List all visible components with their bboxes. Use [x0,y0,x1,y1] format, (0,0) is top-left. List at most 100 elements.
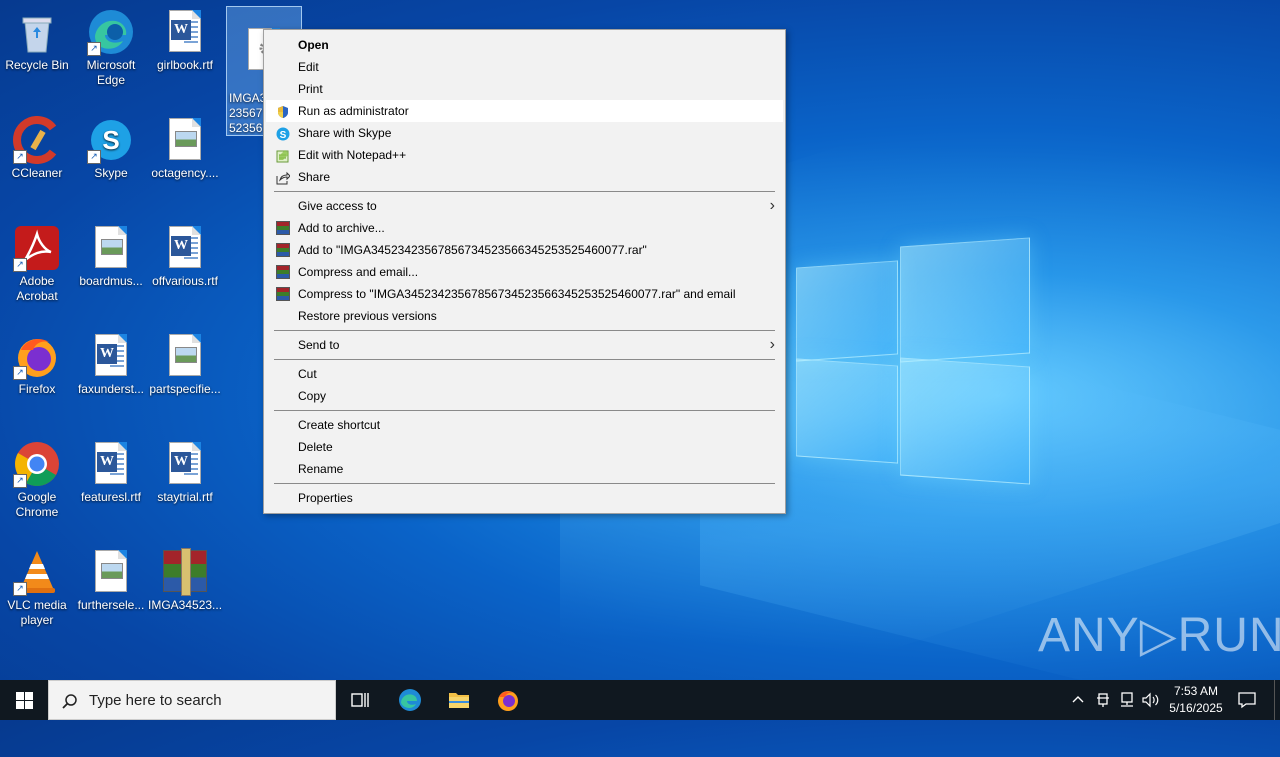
menu-item-copy[interactable]: Copy [266,385,783,407]
desktop-icon-boardmus[interactable]: boardmus... [74,220,148,289]
desktop-icon-label: IMGA34523... [148,598,223,612]
menu-separator [274,191,775,192]
menu-separator [274,330,775,331]
menu-item-give-access-to[interactable]: Give access to › [266,195,783,217]
menu-item-compress-to-rar-and-email[interactable]: Compress to "IMGA34523423567856734523566… [266,283,783,305]
desktop-icon-label: furthersele... [77,598,145,612]
taskbar-edge-button[interactable] [386,680,434,720]
desktop-icon-octagency[interactable]: octagency.... [148,112,222,181]
desktop-icon-staytrial[interactable]: W staytrial.rtf [148,436,222,505]
notepadpp-icon [276,148,290,163]
shortcut-arrow-icon: ↗ [13,582,27,596]
menu-item-edit-with-notepadpp[interactable]: Edit with Notepad++ [266,144,783,166]
desktop-icon-microsoft-edge[interactable]: ↗ Microsoft Edge [74,4,148,88]
menu-item-label: Edit with Notepad++ [298,148,407,162]
winrar-icon [276,265,290,279]
desktop-icon-offvarious[interactable]: W offvarious.rtf [148,220,222,289]
context-menu: Open Edit Print Run as administrator S S… [263,29,786,514]
menu-item-compress-and-email[interactable]: Compress and email... [266,261,783,283]
shortcut-arrow-icon: ↗ [87,42,101,56]
desktop-icon-vlc[interactable]: ↗ VLC media player [0,544,74,628]
menu-item-label: Create shortcut [298,418,381,432]
menu-item-edit[interactable]: Edit [266,56,783,78]
volume-icon [1142,692,1159,708]
menu-item-label: Add to archive... [298,221,385,235]
taskbar-search-box[interactable]: Type here to search [48,680,336,720]
desktop-icon-recycle-bin[interactable]: Recycle Bin [0,4,74,73]
winrar-icon [276,287,290,301]
menu-item-delete[interactable]: Delete [266,436,783,458]
desktop-icon-label: octagency.... [151,166,219,180]
shortcut-arrow-icon: ↗ [13,474,27,488]
firefox-icon: ↗ [13,332,61,380]
word-document-icon: W [87,440,135,488]
show-hidden-icons-button[interactable] [1070,680,1086,720]
menu-item-add-to-archive[interactable]: Add to archive... [266,217,783,239]
menu-item-run-as-administrator[interactable]: Run as administrator [266,100,783,122]
desktop-icon-label: Microsoft Edge [86,58,136,87]
svg-text:S: S [280,130,287,141]
clock-date: 5/16/2025 [1169,701,1223,715]
chrome-icon: ↗ [13,440,61,488]
notification-icon [1238,692,1256,709]
clock-time: 7:53 AM [1173,684,1219,698]
desktop-icon-skype[interactable]: S ↗ Skype [74,112,148,181]
taskbar-clock[interactable]: 7:53 AM 5/16/2025 [1160,683,1232,717]
desktop-icon-google-chrome[interactable]: ↗ Google Chrome [0,436,74,520]
menu-item-print[interactable]: Print [266,78,783,100]
menu-item-label: Open [298,38,329,52]
show-desktop-divider[interactable] [1274,680,1275,720]
desktop-icon-furthersele[interactable]: furthersele... [74,544,148,613]
desktop-icon-label: Firefox [18,382,56,396]
menu-item-rename[interactable]: Rename [266,458,783,480]
start-button[interactable] [0,680,48,720]
desktop-icon-label: staytrial.rtf [157,490,213,504]
action-center-button[interactable] [1232,680,1262,720]
image-file-icon [87,224,135,272]
shortcut-arrow-icon: ↗ [87,150,101,164]
menu-item-cut[interactable]: Cut [266,363,783,385]
menu-item-create-shortcut[interactable]: Create shortcut [266,414,783,436]
desktop-icon-firefox[interactable]: ↗ Firefox [0,328,74,397]
device-icon [1097,693,1109,707]
acrobat-icon: ↗ [13,224,61,272]
tray-volume-button[interactable] [1141,680,1161,720]
desktop-icon-partspecifie[interactable]: partspecifie... [148,328,222,397]
svg-text:S: S [102,125,119,155]
folder-icon [449,693,469,708]
menu-item-share-with-skype[interactable]: S Share with Skype [266,122,783,144]
taskbar-file-explorer-button[interactable] [435,680,483,720]
taskbar-firefox-button[interactable] [484,680,532,720]
menu-separator [274,410,775,411]
desktop-icon-girlbook[interactable]: W girlbook.rtf [148,4,222,73]
menu-item-label: Restore previous versions [298,309,437,323]
menu-item-send-to[interactable]: Send to › [266,334,783,356]
desktop-icon-rar-archive[interactable]: IMGA34523... [148,544,222,613]
menu-item-properties[interactable]: Properties [266,487,783,509]
desktop-icon-label: CCleaner [11,166,63,180]
menu-item-label: Properties [298,491,353,505]
menu-item-label: Edit [298,60,319,74]
edge-icon: ↗ [87,8,135,56]
menu-item-label: Compress and email... [298,265,419,279]
image-file-icon [87,548,135,596]
desktop-icon-ccleaner[interactable]: ↗ CCleaner [0,112,74,181]
ccleaner-icon: ↗ [13,116,61,164]
menu-item-label: Print [298,82,323,96]
windows-start-icon [16,692,33,709]
menu-item-restore-previous-versions[interactable]: Restore previous versions [266,305,783,327]
desktop-icon-label: offvarious.rtf [152,274,218,288]
menu-item-share[interactable]: Share [266,166,783,188]
menu-item-open[interactable]: Open [266,34,783,56]
shortcut-arrow-icon: ↗ [13,150,27,164]
task-view-button[interactable] [336,680,384,720]
desktop-icon-adobe-acrobat[interactable]: ↗ Adobe Acrobat [0,220,74,304]
tray-device-button[interactable] [1094,680,1112,720]
menu-item-add-to-rar[interactable]: Add to "IMGA3452342356785673452356634525… [266,239,783,261]
winrar-icon [276,243,290,257]
desktop-icon-faxunderst[interactable]: W faxunderst... [74,328,148,397]
desktop-icon-featuresl[interactable]: W featuresl.rtf [74,436,148,505]
desktop-icon-label: partspecifie... [149,382,221,396]
tray-network-button[interactable] [1117,680,1137,720]
menu-item-label: Send to [298,338,340,352]
